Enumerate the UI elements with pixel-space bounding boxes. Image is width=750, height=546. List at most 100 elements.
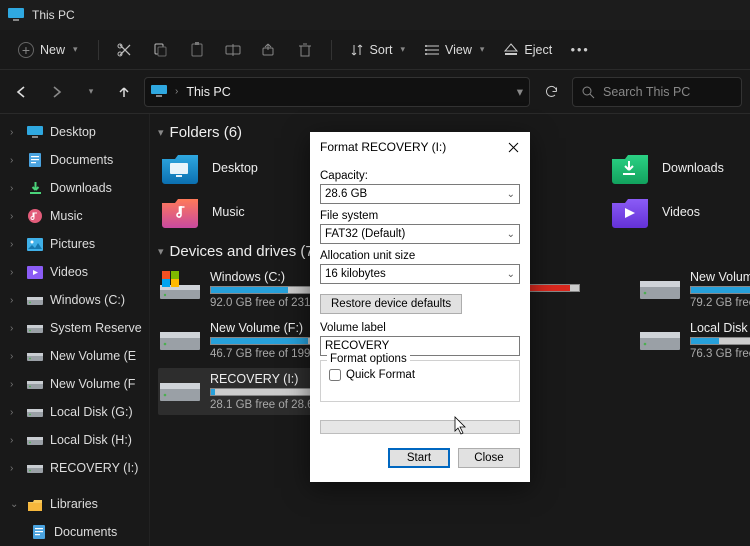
arrow-right-icon (49, 85, 63, 99)
chevron-right-icon: › (10, 183, 20, 194)
restore-defaults-button[interactable]: Restore device defaults (320, 294, 462, 314)
sort-label: Sort (370, 43, 393, 57)
ellipsis-icon: ••• (571, 43, 590, 57)
eject-icon (504, 43, 518, 56)
scissors-icon (117, 42, 133, 58)
sidebar-item-videos[interactable]: › Videos (0, 258, 149, 286)
toolbar: + New ▾ Sort ▾ View ▾ Eject ••• (0, 30, 750, 70)
music-icon (26, 207, 44, 225)
search-input[interactable]: Search This PC (572, 77, 742, 107)
sidebar-item-pictures[interactable]: › Pictures (0, 230, 149, 258)
up-button[interactable] (110, 78, 138, 106)
refresh-button[interactable] (536, 77, 566, 107)
capacity-select[interactable]: 28.6 GB⌄ (320, 184, 520, 204)
format-options-group: Format options Quick Format (320, 360, 520, 402)
volume-label-field[interactable] (325, 340, 515, 352)
sidebar-item-windows-c-[interactable]: › Windows (C:) (0, 286, 149, 314)
start-button[interactable]: Start (388, 448, 450, 468)
chevron-right-icon: › (10, 155, 20, 166)
sidebar-item-local-disk-g-[interactable]: › Local Disk (G:) (0, 398, 149, 426)
breadcrumb[interactable]: This PC (186, 85, 230, 99)
drive-free-text: 76.3 GB free of 97.6 (690, 348, 750, 360)
eject-label: Eject (524, 43, 552, 57)
eject-button[interactable]: Eject (496, 35, 560, 65)
refresh-icon (544, 84, 559, 99)
allocation-value: 16 kilobytes (325, 268, 386, 280)
sort-button[interactable]: Sort ▾ (342, 35, 413, 65)
new-button[interactable]: + New ▾ (8, 35, 88, 65)
chevron-right-icon: › (10, 295, 20, 306)
drive-name: New Volume (E:) (690, 270, 750, 284)
sidebar-item-label: Videos (50, 265, 88, 279)
folder-label: Desktop (212, 161, 258, 175)
quick-format-checkbox[interactable]: Quick Format (329, 369, 511, 381)
chevron-down-icon[interactable]: ▾ (517, 84, 523, 99)
folder-videos[interactable]: Videos (608, 191, 750, 233)
folder-label: Videos (662, 205, 700, 219)
drive-item[interactable]: Local Disk (H:) 76.3 GB free of 97.6 (638, 317, 750, 364)
desktop-icon (160, 151, 200, 185)
back-button[interactable] (8, 78, 36, 106)
sidebar: › Desktop› Documents› Downloads› Music› … (0, 114, 150, 546)
sidebar-item-desktop[interactable]: › Desktop (0, 118, 149, 146)
sidebar-item-music[interactable]: › Music (0, 202, 149, 230)
cut-button[interactable] (109, 35, 141, 65)
filesystem-select[interactable]: FAT32 (Default)⌄ (320, 224, 520, 244)
forward-button[interactable] (42, 78, 70, 106)
share-button[interactable] (253, 35, 285, 65)
paste-button[interactable] (181, 35, 213, 65)
sidebar-item-label: Downloads (50, 181, 112, 195)
copy-icon (153, 42, 168, 57)
chevron-down-icon: ▾ (89, 86, 94, 97)
documents-icon (30, 523, 48, 541)
sidebar-item-documents[interactable]: › Documents (0, 146, 149, 174)
drive-item[interactable]: New Volume (E:) 79.2 GB free of 341 G (638, 266, 750, 313)
chevron-right-icon: › (10, 323, 20, 334)
sidebar-item-recovery-i-[interactable]: › RECOVERY (I:) (0, 454, 149, 482)
quick-format-input[interactable] (329, 369, 341, 381)
folder-downloads[interactable]: Downloads (608, 147, 750, 189)
view-button[interactable]: View ▾ (417, 35, 492, 65)
videos-icon (610, 195, 650, 229)
chevron-down-icon: ⌄ (507, 229, 515, 240)
sidebar-item-libraries[interactable]: ⌄ Libraries (0, 490, 149, 518)
sidebar-item-label: Windows (C:) (50, 293, 125, 307)
dialog-close-button[interactable] (504, 138, 522, 156)
drive-icon (26, 375, 44, 393)
drive-icon (640, 270, 680, 302)
sidebar-item-new-volume-e[interactable]: › New Volume (E (0, 342, 149, 370)
folder-label: Downloads (662, 161, 724, 175)
allocation-select[interactable]: 16 kilobytes⌄ (320, 264, 520, 284)
titlebar: This PC (0, 0, 750, 30)
sidebar-item-new-volume-f[interactable]: › New Volume (F (0, 370, 149, 398)
chevron-right-icon: › (10, 379, 20, 390)
desktop-icon (26, 123, 44, 141)
address-bar[interactable]: › This PC ▾ (144, 77, 530, 107)
chevron-right-icon: › (10, 463, 20, 474)
dialog-actions: Start Close (320, 448, 520, 474)
sidebar-item-downloads[interactable]: › Downloads (0, 174, 149, 202)
drive-icon (26, 291, 44, 309)
drive-icon (160, 270, 200, 302)
dialog-titlebar: Format RECOVERY (I:) (310, 132, 530, 162)
separator (331, 40, 332, 60)
chevron-down-icon: ▾ (480, 44, 485, 55)
drive-icon (160, 372, 200, 404)
more-button[interactable]: ••• (564, 35, 596, 65)
close-button[interactable]: Close (458, 448, 520, 468)
navbar: ▾ › This PC ▾ Search This PC (0, 70, 750, 114)
chevron-right-icon: › (10, 267, 20, 278)
rename-button[interactable] (217, 35, 249, 65)
sidebar-item-label: New Volume (E (50, 349, 136, 363)
copy-button[interactable] (145, 35, 177, 65)
sidebar-item-system-reserve[interactable]: › System Reserve (0, 314, 149, 342)
drive-icon (26, 347, 44, 365)
chevron-right-icon: › (175, 86, 178, 97)
drive-icon (160, 321, 200, 353)
delete-button[interactable] (289, 35, 321, 65)
sidebar-item-local-disk-h-[interactable]: › Local Disk (H:) (0, 426, 149, 454)
sidebar-item-lib-documents[interactable]: Documents (0, 518, 149, 546)
sidebar-item-label: System Reserve (50, 321, 142, 335)
dialog-body: Capacity: 28.6 GB⌄ File system FAT32 (De… (310, 162, 530, 482)
recent-button[interactable]: ▾ (76, 78, 104, 106)
